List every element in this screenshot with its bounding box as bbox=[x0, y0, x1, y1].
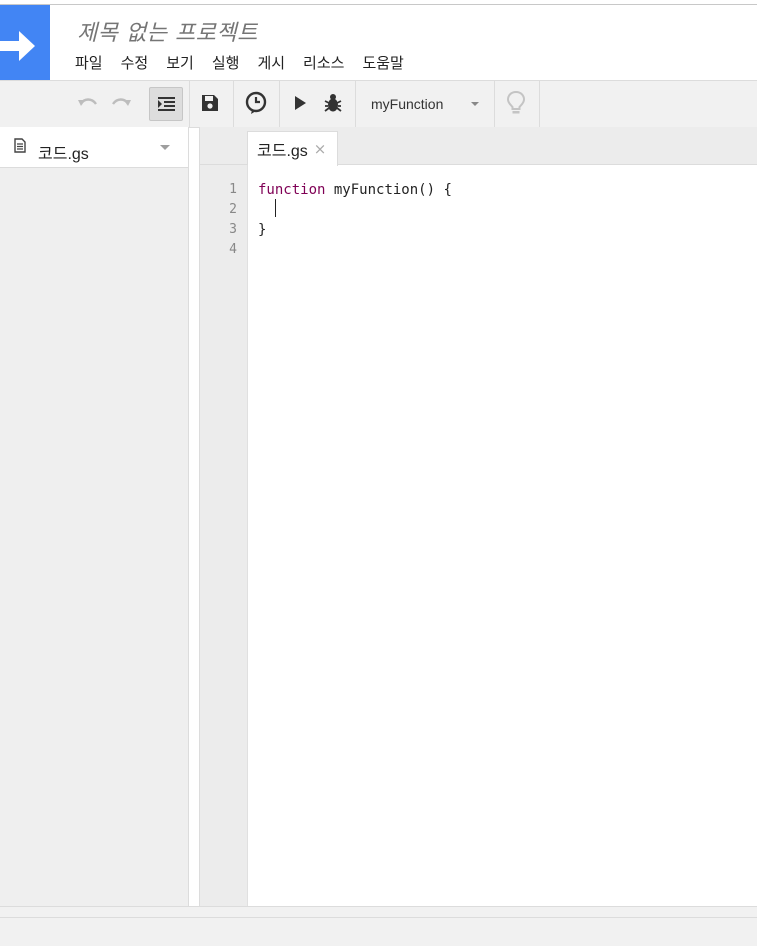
code-text: myFunction() { bbox=[325, 182, 452, 198]
save-button[interactable] bbox=[196, 87, 224, 119]
window-top-border bbox=[0, 0, 757, 5]
code-editor-panel: 코드.gs × 1 2 3 4 function myFunction() { … bbox=[199, 127, 757, 906]
indent-icon bbox=[158, 97, 175, 111]
code-text-area[interactable]: function myFunction() { } bbox=[258, 180, 452, 240]
undo-button[interactable] bbox=[74, 87, 102, 119]
code-line-3: } bbox=[258, 222, 267, 238]
lightbulb-icon bbox=[506, 90, 526, 114]
debug-button[interactable] bbox=[319, 87, 347, 119]
line-number: 4 bbox=[229, 242, 237, 257]
redo-icon bbox=[112, 98, 131, 106]
line-number: 3 bbox=[229, 222, 237, 237]
toolbar: myFunction bbox=[0, 80, 757, 128]
apps-script-logo[interactable] bbox=[0, 5, 50, 80]
run-icon bbox=[295, 96, 306, 110]
function-select[interactable]: myFunction bbox=[356, 81, 493, 127]
toolbar-divider bbox=[494, 81, 495, 127]
file-list-item[interactable]: 코드.gs bbox=[0, 127, 188, 168]
file-menu-dropdown-icon[interactable] bbox=[160, 145, 170, 150]
code-line-1: function myFunction() { bbox=[258, 180, 452, 200]
toolbar-divider bbox=[539, 81, 540, 127]
save-icon bbox=[202, 95, 218, 111]
function-select-value: myFunction bbox=[371, 96, 444, 112]
editor-tab-code-gs[interactable]: 코드.gs × bbox=[247, 131, 338, 166]
bug-icon bbox=[324, 94, 342, 112]
file-name: 코드.gs bbox=[38, 146, 89, 163]
menu-bar: 파일 수정 보기 실행 게시 리소스 도움말 bbox=[75, 52, 422, 74]
redo-button[interactable] bbox=[107, 87, 135, 119]
toolbar-divider bbox=[233, 81, 234, 127]
keyword-function: function bbox=[258, 182, 326, 198]
status-bar bbox=[0, 906, 757, 946]
toolbar-divider bbox=[189, 81, 190, 127]
close-icon[interactable]: × bbox=[314, 140, 327, 158]
chevron-down-icon bbox=[471, 102, 479, 106]
file-sidebar: 코드.gs bbox=[0, 127, 189, 906]
text-cursor bbox=[275, 199, 276, 217]
triggers-button[interactable] bbox=[241, 87, 271, 119]
status-divider bbox=[0, 917, 757, 918]
menu-publish[interactable]: 게시 bbox=[257, 52, 285, 74]
editor-tab-strip: 코드.gs × bbox=[200, 127, 757, 166]
document-icon bbox=[14, 138, 26, 153]
run-button[interactable] bbox=[288, 87, 312, 119]
line-number-gutter: 1 2 3 4 bbox=[200, 165, 248, 906]
lightbulb-button[interactable] bbox=[502, 87, 530, 119]
arrow-right-icon bbox=[0, 31, 35, 61]
menu-view[interactable]: 보기 bbox=[166, 52, 194, 74]
clock-icon bbox=[245, 91, 267, 114]
undo-icon bbox=[78, 98, 97, 106]
menu-edit[interactable]: 수정 bbox=[121, 52, 149, 74]
toolbar-divider bbox=[279, 81, 280, 127]
project-title[interactable]: 제목 없는 프로젝트 bbox=[77, 15, 258, 47]
menu-resources[interactable]: 리소스 bbox=[303, 52, 344, 74]
line-number: 2 bbox=[229, 202, 237, 217]
menu-file[interactable]: 파일 bbox=[75, 52, 103, 74]
tab-label: 코드.gs bbox=[257, 143, 308, 160]
indent-toggle-button[interactable] bbox=[149, 87, 183, 121]
line-number: 1 bbox=[229, 182, 237, 197]
menu-run[interactable]: 실행 bbox=[212, 52, 240, 74]
menu-help[interactable]: 도움말 bbox=[362, 52, 403, 74]
